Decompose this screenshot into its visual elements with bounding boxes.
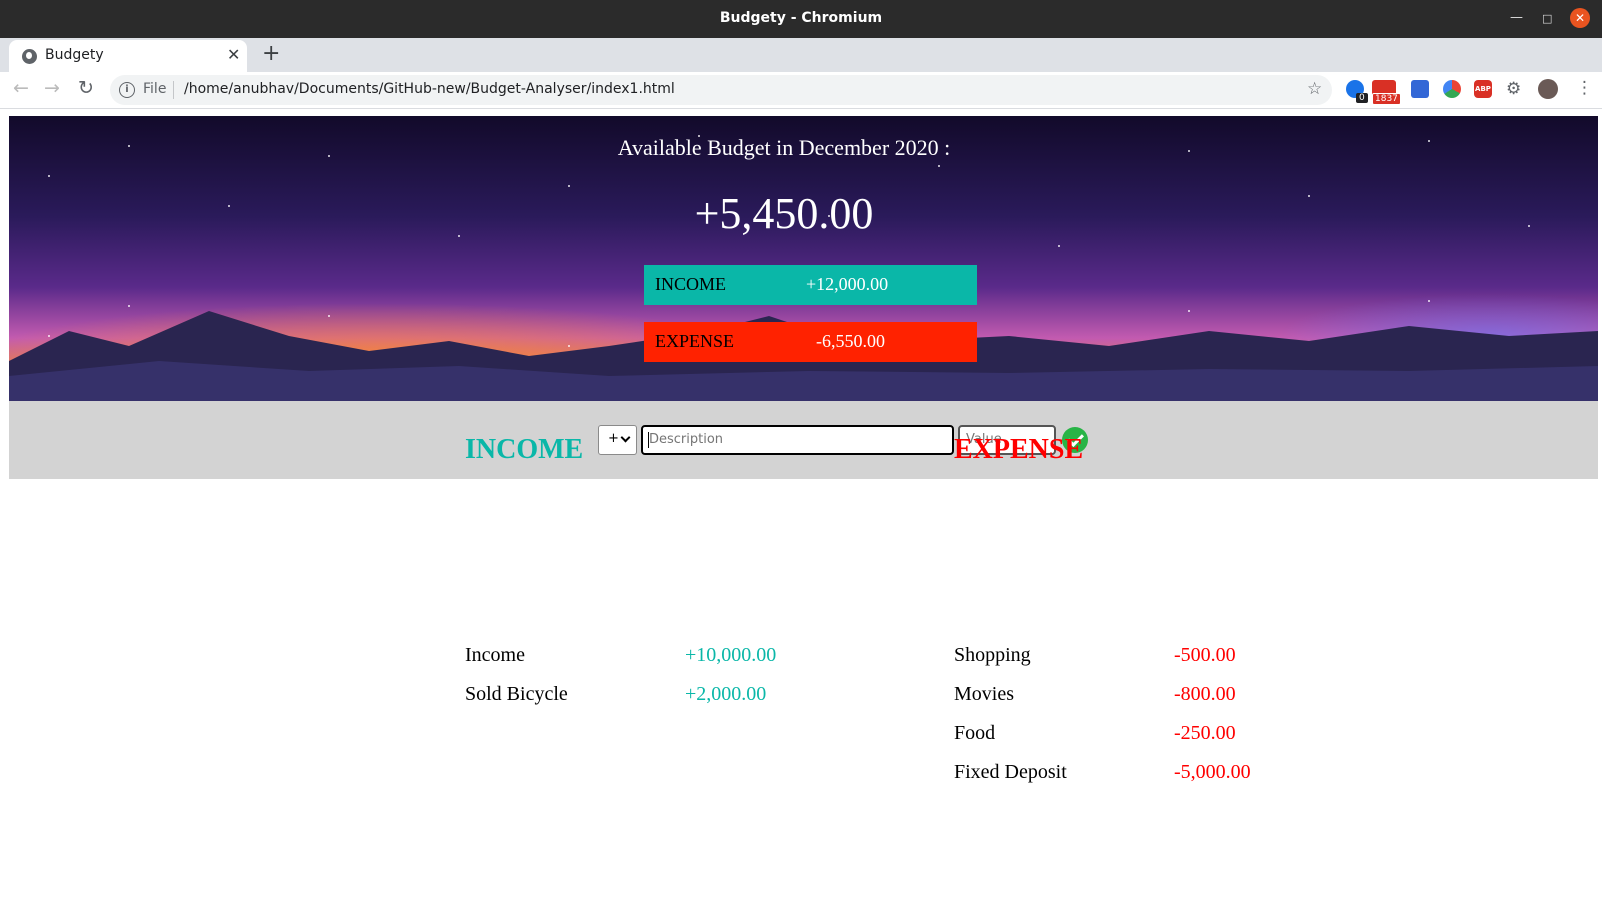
tab-budgety[interactable]: Budgety ✕ bbox=[9, 40, 247, 72]
window-title: Budgety - Chromium bbox=[719, 10, 883, 26]
puzzle-extensions-icon[interactable]: ⚙ bbox=[1506, 79, 1524, 99]
expense-summary-label: EXPENSE bbox=[655, 331, 735, 351]
item-value: -500.00 bbox=[1174, 644, 1236, 666]
income-summary: INCOME +12,000.00 bbox=[644, 265, 977, 305]
item-value: -800.00 bbox=[1174, 683, 1236, 705]
income-list-item: Income +10,000.00 bbox=[465, 644, 885, 670]
budget-header: Available Budget in December 2020 : +5,4… bbox=[9, 116, 1598, 401]
budget-total: +5,450.00 bbox=[694, 189, 874, 238]
expense-list-item: Fixed Deposit -5,000.00 bbox=[954, 761, 1374, 787]
item-description: Food bbox=[954, 722, 996, 744]
item-description: Movies bbox=[954, 683, 1014, 705]
address-bar[interactable]: i File /home/anubhav/Documents/GitHub-ne… bbox=[110, 75, 1332, 105]
description-input[interactable]: Description bbox=[641, 425, 954, 455]
income-list-item: Sold Bicycle +2,000.00 bbox=[465, 683, 885, 709]
expense-summary-value: -6,550.00 bbox=[816, 331, 885, 351]
item-value: -5,000.00 bbox=[1174, 761, 1251, 783]
income-summary-value: +12,000.00 bbox=[806, 274, 889, 294]
expense-list-item: Food -250.00 bbox=[954, 722, 1374, 748]
description-placeholder: Description bbox=[649, 432, 724, 447]
color-extension-icon[interactable] bbox=[1443, 80, 1461, 98]
chevron-down-icon bbox=[620, 432, 631, 443]
expense-list-title: EXPENSE bbox=[954, 434, 1084, 465]
item-value: +10,000.00 bbox=[685, 644, 777, 666]
menu-kebab-icon[interactable]: ⋮ bbox=[1576, 78, 1593, 98]
item-description: Shopping bbox=[954, 644, 1031, 666]
type-select-value: + bbox=[608, 431, 619, 446]
forward-arrow-icon[interactable]: → bbox=[44, 77, 60, 99]
extension-badge: 0 bbox=[1356, 93, 1368, 103]
close-tab-icon[interactable]: ✕ bbox=[227, 45, 240, 64]
item-description: Fixed Deposit bbox=[954, 761, 1067, 783]
expense-list-item: Movies -800.00 bbox=[954, 683, 1374, 709]
back-arrow-icon[interactable]: ← bbox=[13, 77, 29, 99]
income-summary-label: INCOME bbox=[655, 274, 726, 294]
bookmark-star-icon[interactable]: ☆ bbox=[1307, 79, 1322, 99]
budget-title: Available Budget in December 2020 : bbox=[617, 135, 951, 160]
maximize-icon[interactable]: □ bbox=[1542, 12, 1552, 25]
item-description: Sold Bicycle bbox=[465, 683, 568, 705]
income-list-title: INCOME bbox=[465, 434, 584, 465]
minimize-icon[interactable]: — bbox=[1510, 10, 1523, 25]
window-title-bar: Budgety - Chromium — □ ✕ bbox=[0, 0, 1602, 38]
info-icon[interactable]: i bbox=[119, 82, 135, 98]
item-description: Income bbox=[465, 644, 525, 666]
adblock-icon[interactable]: ABP bbox=[1474, 80, 1492, 98]
globe-icon bbox=[22, 49, 37, 64]
profile-avatar[interactable] bbox=[1538, 79, 1558, 99]
scheme-label: File bbox=[143, 81, 167, 97]
expense-summary: EXPENSE -6,550.00 bbox=[644, 322, 977, 362]
extension-icon[interactable] bbox=[1411, 80, 1429, 98]
type-select[interactable]: + bbox=[598, 425, 637, 455]
tab-title: Budgety bbox=[45, 47, 104, 63]
new-tab-icon[interactable]: + bbox=[262, 41, 280, 66]
add-entry-bar: + Description Value bbox=[9, 401, 1598, 479]
tab-strip: Budgety ✕ bbox=[0, 38, 1602, 72]
reload-icon[interactable]: ↻ bbox=[78, 77, 94, 99]
divider bbox=[173, 81, 174, 99]
close-window-icon[interactable]: ✕ bbox=[1570, 8, 1590, 28]
url-text[interactable]: /home/anubhav/Documents/GitHub-new/Budge… bbox=[184, 81, 675, 97]
item-value: +2,000.00 bbox=[685, 683, 767, 705]
item-value: -250.00 bbox=[1174, 722, 1236, 744]
expense-list-item: Shopping -500.00 bbox=[954, 644, 1374, 670]
mail-count-badge: 1837 bbox=[1372, 93, 1401, 105]
